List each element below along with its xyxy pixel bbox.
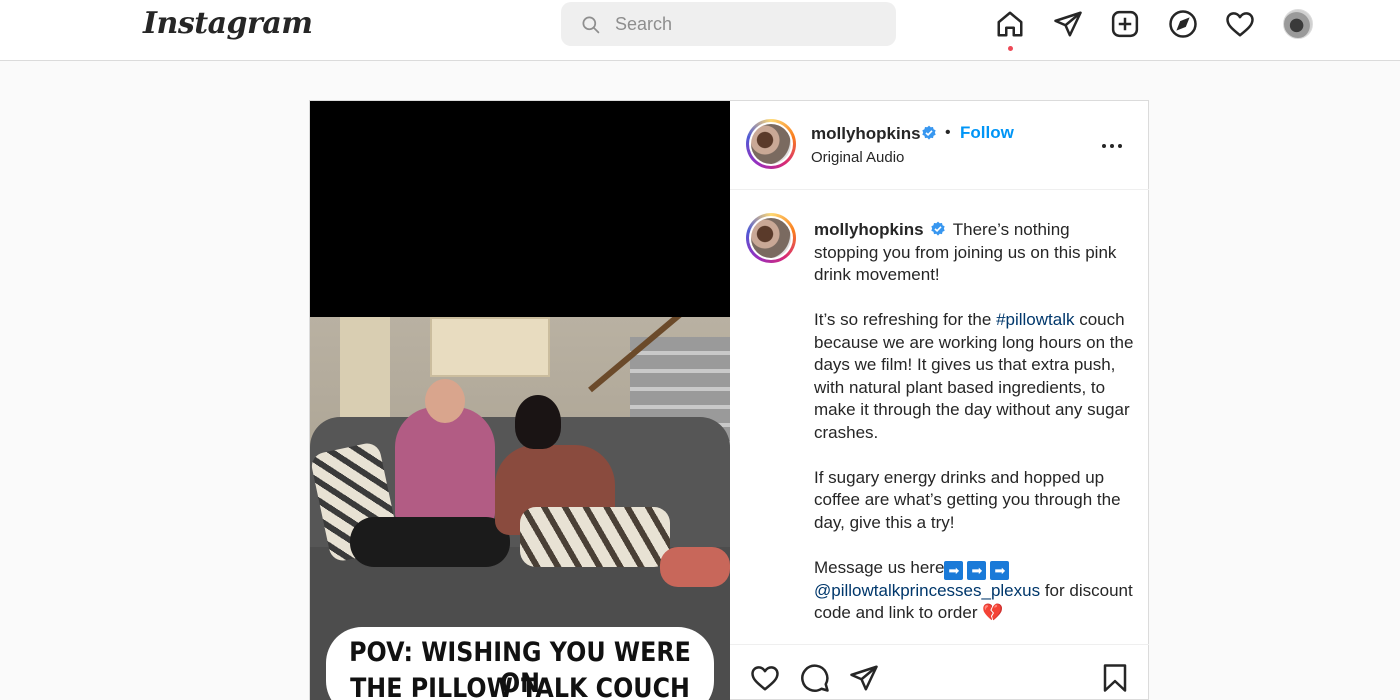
post-actions-bar: [730, 644, 1149, 700]
post-header: mollyhopkins • Follow Original Audio: [730, 101, 1149, 190]
post-video[interactable]: POV: WISHING YOU WERE ON THE PILLOW TALK…: [310, 101, 730, 700]
caption-username[interactable]: mollyhopkins: [814, 220, 924, 239]
verified-badge-icon: [931, 221, 945, 236]
arrow-emoji-icon: ➡: [967, 560, 987, 580]
original-audio-link[interactable]: Original Audio: [811, 149, 904, 166]
hashtag-link[interactable]: #pillowtalk: [996, 310, 1074, 329]
top-nav-bar: Instagram: [0, 0, 1400, 61]
post-caption: mollyhopkins There’s nothing stopping yo…: [814, 219, 1134, 625]
broken-heart-emoji-icon: 💔: [982, 603, 1004, 622]
search-icon: [582, 16, 600, 34]
author-username[interactable]: mollyhopkins: [811, 124, 921, 144]
follow-button[interactable]: Follow: [960, 123, 1014, 143]
search-input[interactable]: [615, 12, 875, 36]
mention-link[interactable]: @pillowtalkprincesses_plexus: [814, 581, 1040, 600]
caption-paragraph-3: If sugary energy drinks and hopped up co…: [814, 467, 1121, 532]
new-post-icon[interactable]: [1109, 8, 1141, 40]
post-sidebar: mollyhopkins • Follow Original Audio mol…: [730, 101, 1149, 700]
search-box[interactable]: [561, 2, 896, 46]
caption-paragraph-4-start: Message us here: [814, 557, 945, 577]
header-separator: •: [945, 124, 951, 141]
post-card: POV: WISHING YOU WERE ON THE PILLOW TALK…: [309, 100, 1149, 700]
caption-author-avatar[interactable]: [746, 213, 796, 263]
verified-badge-icon: [922, 125, 936, 140]
save-icon[interactable]: [1100, 663, 1132, 695]
home-icon[interactable]: [994, 8, 1026, 40]
activity-heart-icon[interactable]: [1224, 8, 1256, 40]
caption-paragraph-2-start: It’s so refreshing for the: [814, 310, 997, 329]
direct-message-icon[interactable]: [1052, 8, 1084, 40]
caption-paragraph-2-end: couch because we are working long hours …: [814, 310, 1134, 442]
arrow-emoji-icon: ➡: [944, 560, 964, 580]
profile-avatar[interactable]: [1283, 9, 1313, 39]
share-icon[interactable]: [849, 663, 881, 695]
more-options-icon[interactable]: [1102, 141, 1126, 151]
like-icon[interactable]: [750, 663, 782, 695]
arrow-emoji-icon: ➡: [990, 560, 1010, 580]
home-active-indicator: [1008, 46, 1013, 51]
instagram-logo[interactable]: Instagram: [143, 6, 313, 41]
explore-icon[interactable]: [1167, 8, 1199, 40]
comment-icon[interactable]: [800, 663, 832, 695]
video-caption-line-2: THE PILLOW TALK COUCH: [350, 673, 690, 700]
author-avatar[interactable]: [746, 119, 796, 169]
